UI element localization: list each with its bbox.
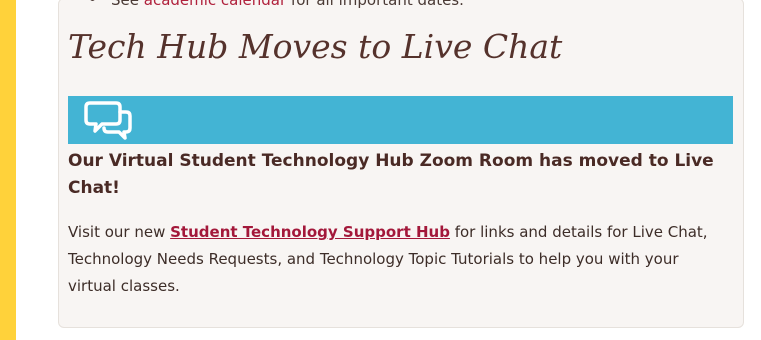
previous-list-item: See academic calendar for all important …	[90, 0, 464, 9]
bullet-icon	[90, 0, 95, 1]
previous-item-prefix: See	[111, 0, 144, 9]
body-prefix: Visit our new	[68, 223, 171, 241]
section-banner	[68, 96, 733, 144]
academic-calendar-link[interactable]: academic calendar	[144, 0, 286, 9]
section-title: Tech Hub Moves to Live Chat	[68, 27, 563, 66]
section-body: Visit our new Student Technology Support…	[68, 219, 728, 300]
page: See academic calendar for all important …	[0, 0, 761, 340]
section-subheading: Our Virtual Student Technology Hub Zoom …	[68, 151, 714, 198]
chat-bubbles-icon	[84, 101, 132, 140]
previous-item-suffix: for all important dates.	[286, 0, 464, 9]
student-tech-support-hub-link[interactable]: Student Technology Support Hub	[170, 223, 450, 241]
